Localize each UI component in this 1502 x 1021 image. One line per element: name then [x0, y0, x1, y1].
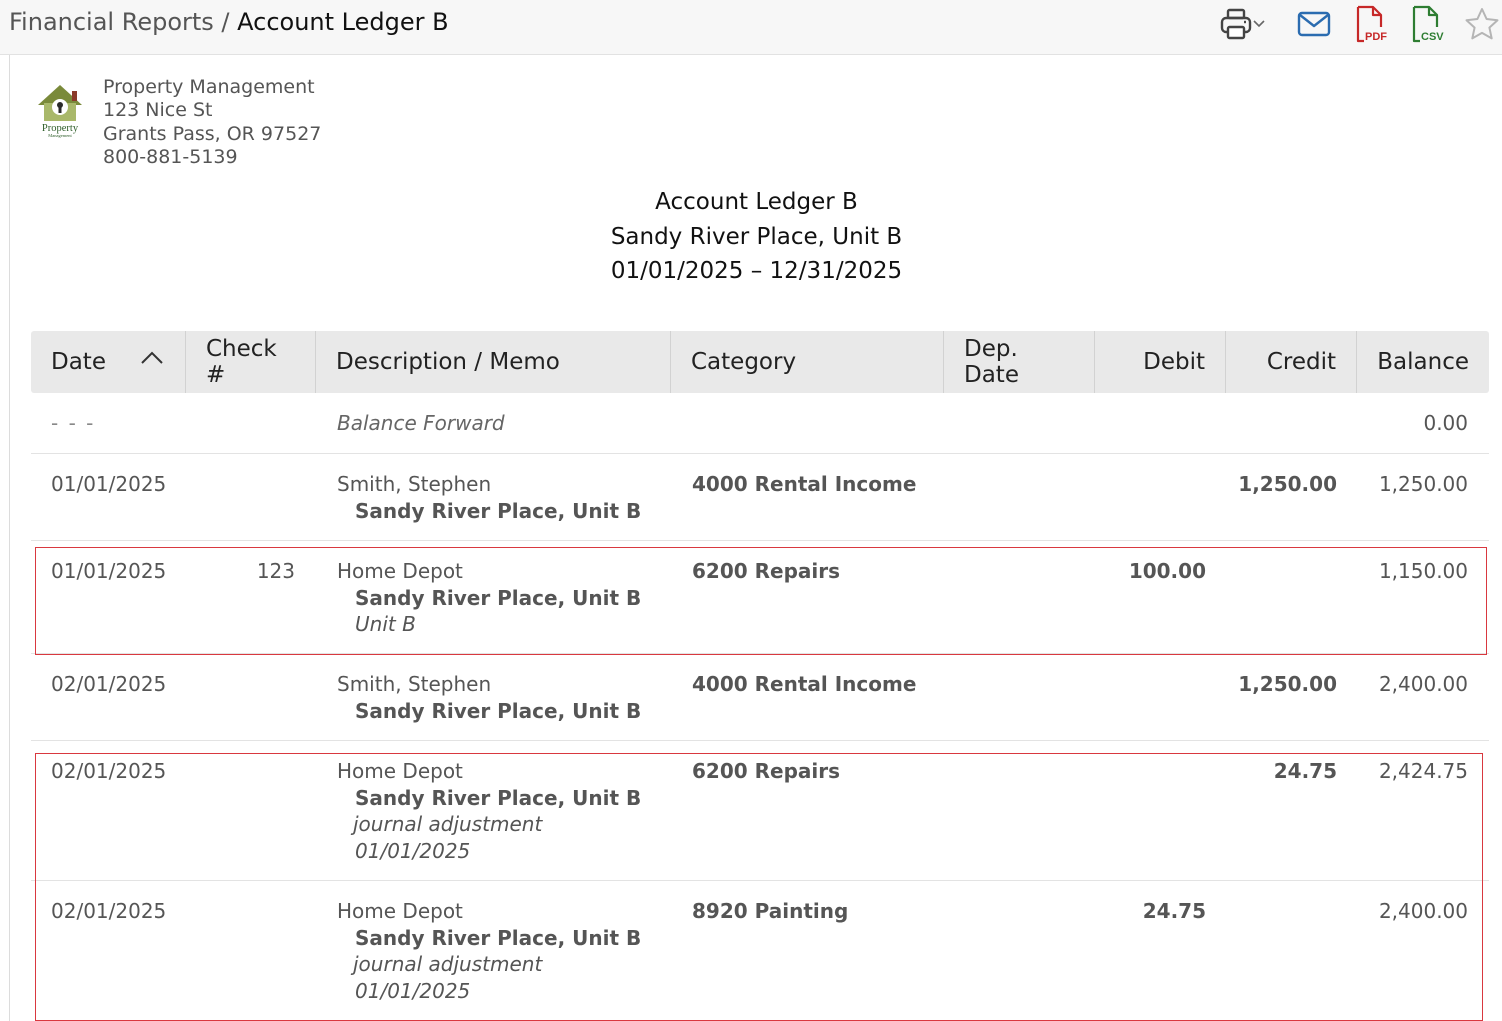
property-name: Sandy River Place, Unit B	[355, 585, 642, 610]
cell-date: - - -	[51, 411, 96, 435]
breadcrumb-current: Account Ledger B	[237, 8, 449, 36]
cell-debit: 24.75	[1142, 899, 1206, 923]
cell-date: 02/01/2025	[51, 672, 167, 696]
cell-credit: 1,250.00	[1238, 472, 1337, 496]
cell-balance: 1,250.00	[1378, 472, 1468, 496]
chevron-down-icon	[1253, 20, 1265, 28]
cell-category: 4000 Rental Income	[692, 672, 917, 696]
email-icon	[1297, 11, 1331, 37]
star-icon	[1465, 8, 1499, 40]
cell-category: 6200 Repairs	[692, 559, 841, 583]
cell-date: 01/01/2025	[51, 559, 167, 583]
csv-icon: CSV	[1412, 5, 1444, 43]
report-header: Account Ledger B Sandy River Place, Unit…	[10, 185, 1502, 289]
table-row: 02/01/2025 Smith, Stephen Sandy River Pl…	[31, 654, 1489, 741]
cell-balance: 2,424.75	[1378, 759, 1468, 783]
cell-date: 01/01/2025	[51, 472, 167, 496]
column-header-dep-date[interactable]: Dep. Date	[944, 331, 1095, 393]
cell-category: 6200 Repairs	[692, 759, 841, 783]
property-name: Sandy River Place, Unit B	[355, 698, 642, 723]
cell-description: Home Depot Sandy River Place, Unit B jou…	[337, 898, 641, 1004]
column-header-date[interactable]: Date	[31, 331, 186, 393]
column-header-check[interactable]: Check #	[186, 331, 316, 393]
breadcrumb-parent-link[interactable]: Financial Reports	[9, 8, 214, 36]
pdf-icon-label: PDF	[1365, 31, 1387, 43]
cell-description: Smith, Stephen Sandy River Place, Unit B	[337, 671, 641, 724]
company-address-line2: Grants Pass, OR 97527	[103, 122, 322, 145]
cell-category: 8920 Painting	[692, 899, 849, 923]
cell-description: Home Depot Sandy River Place, Unit B jou…	[337, 758, 641, 864]
report-period: 01/01/2025 – 12/31/2025	[610, 258, 903, 284]
column-header-debit[interactable]: Debit	[1095, 331, 1226, 393]
cell-balance: 2,400.00	[1378, 899, 1468, 923]
payee-name: Home Depot	[337, 559, 463, 583]
csv-icon-label: CSV	[1421, 31, 1444, 43]
pdf-icon: PDF	[1356, 5, 1387, 43]
favorite-button[interactable]	[1462, 4, 1502, 44]
payee-name: Smith, Stephen	[337, 472, 492, 496]
company-phone: 800-881-5139	[103, 145, 238, 168]
report-property: Sandy River Place, Unit B	[610, 223, 903, 250]
table-header: Date Check # Description / Memo Category…	[31, 331, 1489, 393]
breadcrumb-separator: /	[213, 8, 238, 36]
cell-credit: 24.75	[1273, 759, 1337, 783]
report-title: Account Ledger B	[655, 189, 858, 215]
company-name: Property Management	[103, 76, 315, 98]
property-name: Sandy River Place, Unit B	[355, 498, 642, 523]
table-row: - - - Balance Forward 0.00	[31, 393, 1489, 454]
sort-ascending-icon	[141, 351, 163, 364]
cell-check-number: 123	[256, 559, 295, 583]
company-address-line1: 123 Nice St	[103, 99, 213, 122]
company-logo: Property Management	[32, 83, 88, 139]
cell-description: Home Depot Sandy River Place, Unit B Uni…	[337, 558, 641, 638]
property-name: Sandy River Place, Unit B	[355, 925, 642, 950]
print-options-dropdown[interactable]	[1249, 4, 1269, 44]
memo: journal adjustment	[353, 952, 543, 976]
cell-description: Balance Forward	[337, 411, 505, 435]
table-row: 01/01/2025 123 Home Depot Sandy River Pl…	[31, 541, 1489, 654]
cell-balance: 0.00	[1423, 411, 1468, 435]
cell-date: 02/01/2025	[51, 899, 167, 923]
column-header-balance[interactable]: Balance	[1357, 331, 1489, 393]
column-header-credit[interactable]: Credit	[1226, 331, 1357, 393]
export-pdf-button[interactable]: PDF	[1350, 4, 1390, 44]
cell-category: 4000 Rental Income	[692, 472, 917, 496]
cell-description: Smith, Stephen Sandy River Place, Unit B	[337, 471, 641, 524]
export-csv-button[interactable]: CSV	[1406, 4, 1446, 44]
company-info: Property Management 123 Nice St Grants P…	[103, 76, 321, 169]
cell-balance: 2,400.00	[1378, 672, 1468, 696]
logo-subtext: Management	[48, 133, 72, 138]
cell-credit: 1,250.00	[1238, 672, 1337, 696]
column-header-category[interactable]: Category	[671, 331, 944, 393]
payee-name: Smith, Stephen	[337, 672, 492, 696]
memo: Unit B	[355, 612, 416, 636]
ledger-table: Date Check # Description / Memo Category…	[31, 331, 1489, 1021]
table-row: 02/01/2025 Home Depot Sandy River Place,…	[31, 881, 1489, 1021]
printer-icon	[1220, 8, 1252, 40]
column-header-description[interactable]: Description / Memo	[316, 331, 671, 393]
table-row: 02/01/2025 Home Depot Sandy River Place,…	[31, 741, 1489, 881]
payee-name: Home Depot	[337, 759, 463, 783]
cell-balance: 1,150.00	[1378, 559, 1468, 583]
email-button[interactable]	[1294, 4, 1334, 44]
top-bar: Financial Reports / Account Ledger B PDF…	[0, 0, 1502, 55]
memo-date: 01/01/2025	[355, 978, 471, 1003]
table-row: 01/01/2025 Smith, Stephen Sandy River Pl…	[31, 454, 1489, 541]
property-name: Sandy River Place, Unit B	[355, 785, 642, 810]
memo-date: 01/01/2025	[355, 838, 471, 863]
breadcrumb: Financial Reports / Account Ledger B	[9, 8, 449, 36]
cell-date: 02/01/2025	[51, 759, 167, 783]
memo: journal adjustment	[353, 812, 543, 836]
report-toolbar: PDF CSV	[1202, 4, 1502, 44]
report-content: Property Management Property Management …	[9, 55, 1502, 1021]
cell-debit: 100.00	[1128, 559, 1206, 583]
payee-name: Home Depot	[337, 899, 463, 923]
